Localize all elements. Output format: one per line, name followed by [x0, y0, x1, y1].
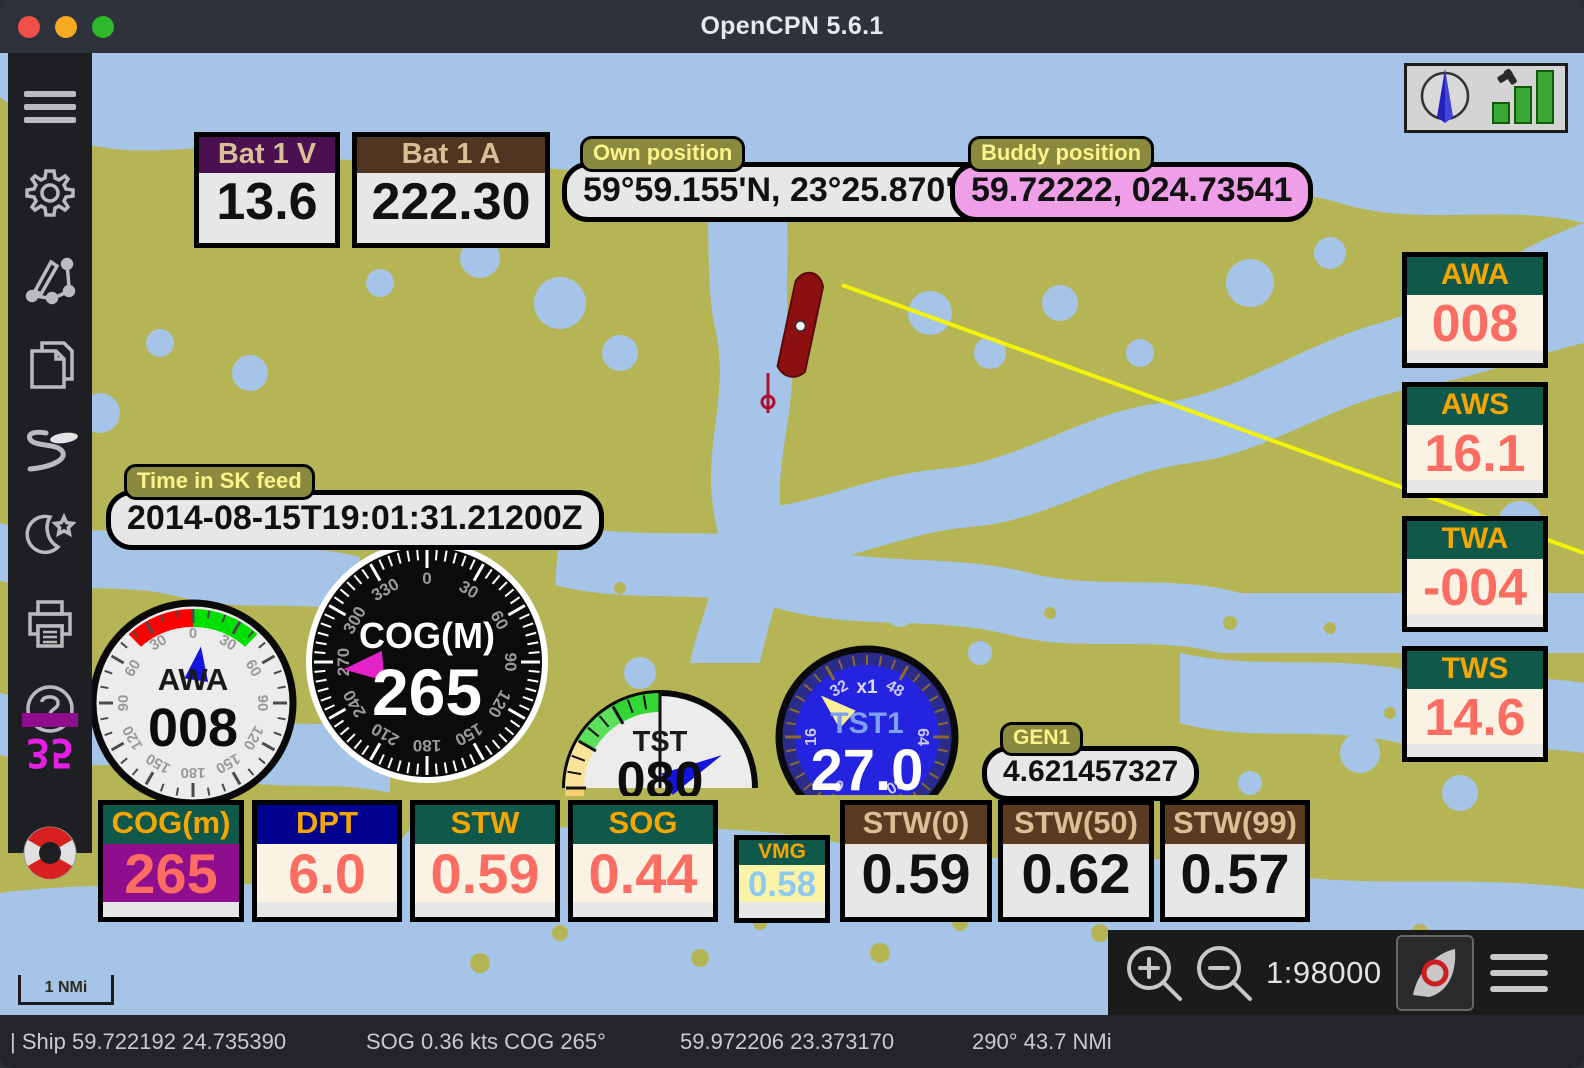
tst1-gauge-title: TST1	[830, 707, 903, 740]
sog-value: 0.44	[573, 843, 713, 902]
tst1-gauge[interactable]: 0 16 32 48 64 80 x1 TST1 27.0	[775, 645, 960, 829]
cogm-value: 265	[103, 843, 239, 902]
stw99-value: 0.57	[1165, 843, 1305, 902]
bat1v-label: Bat 1 V	[199, 137, 335, 174]
awa-value: 008	[1407, 294, 1543, 350]
svg-text:0: 0	[422, 569, 431, 588]
instrument-tws[interactable]: TWS 14.6	[1402, 646, 1548, 762]
tst1-multiplier: x1	[856, 677, 878, 698]
svg-text:180: 180	[413, 736, 441, 755]
tst-gauge-value: 080	[617, 752, 704, 796]
instrument-stw99[interactable]: STW(99) 0.57	[1160, 800, 1310, 922]
instrument-aws[interactable]: AWS 16.1	[1402, 382, 1548, 498]
tws-label: TWS	[1407, 651, 1543, 689]
bat1a-value: 222.30	[371, 173, 531, 232]
window-title: OpenCPN 5.6.1	[700, 12, 884, 40]
status-cursor-position: 59.972206 23.373170	[680, 1029, 895, 1054]
segment-display-bar	[22, 713, 78, 727]
awa-gauge-title: AWA	[158, 662, 229, 697]
status-sog-cog: SOG 0.36 kts COG 265°	[366, 1029, 606, 1054]
own-position-caption: Own position	[580, 136, 746, 172]
segment-display-value: 35	[25, 729, 75, 775]
svg-text:90: 90	[254, 695, 271, 712]
gps-signal-icon	[1485, 67, 1561, 130]
stw50-label: STW(50)	[1003, 805, 1149, 844]
stw-value: 0.59	[415, 843, 555, 902]
stw99-label: STW(99)	[1165, 805, 1305, 844]
awa-gauge-value: 008	[148, 698, 238, 758]
man-overboard-icon[interactable]	[8, 813, 92, 893]
zoom-in-button[interactable]	[1122, 941, 1186, 1005]
svg-text:0: 0	[189, 625, 197, 642]
instrument-sog[interactable]: SOG 0.44	[568, 800, 718, 922]
left-toolbar: 35	[8, 53, 92, 880]
menu-icon[interactable]	[8, 67, 92, 147]
svg-text:270: 270	[334, 648, 353, 676]
title-bar: OpenCPN 5.6.1	[0, 0, 1584, 53]
cogm-label: COG(m)	[103, 805, 239, 844]
instrument-bat1v[interactable]: Bat 1 V 13.6	[194, 132, 340, 248]
chart-toolbar: 1:98000	[1108, 930, 1584, 1015]
gen1-label: GEN1 4.621457327	[982, 722, 1200, 801]
tst1-gauge-value: 27.0	[811, 738, 924, 795]
instrument-dpt[interactable]: DPT 6.0	[252, 800, 402, 922]
awa-dial-gauge[interactable]: 0 30 60 90 120 150 180 150 120 90 60 30 AWA 008	[88, 598, 298, 813]
track-icon[interactable]	[8, 411, 92, 491]
stw-label: STW	[415, 805, 555, 844]
instrument-stw[interactable]: STW 0.59	[410, 800, 560, 922]
twa-value: -004	[1407, 558, 1543, 614]
top-right-instrument-panel[interactable]	[1404, 63, 1568, 133]
buddy-position-caption: Buddy position	[968, 136, 1155, 172]
twa-label: TWA	[1407, 521, 1543, 559]
tst-gauge[interactable]: TST 080	[560, 676, 760, 883]
status-bar: | Ship 59.722192 24.735390 SOG 0.36 kts …	[0, 1015, 1584, 1068]
svg-text:180: 180	[180, 764, 205, 781]
scale-bar: 1 NMi	[18, 975, 114, 1005]
svg-text:90: 90	[115, 695, 132, 712]
status-ship-position: | Ship 59.722192 24.735390	[10, 1029, 287, 1054]
dpt-label: DPT	[257, 805, 397, 844]
follow-ship-button[interactable]	[1395, 934, 1474, 1011]
vmg-label: VMG	[739, 840, 825, 866]
sk-time-caption: Time in SK feed	[124, 464, 315, 500]
svg-text:90: 90	[501, 653, 520, 672]
cog-gauge-value: 265	[372, 655, 482, 729]
instrument-stw50[interactable]: STW(50) 0.62	[998, 800, 1154, 922]
instrument-stw0[interactable]: STW(0) 0.59	[840, 800, 992, 922]
dpt-value: 6.0	[257, 843, 397, 902]
sk-time-label: Time in SK feed 2014-08-15T19:01:31.2120…	[106, 464, 604, 550]
print-icon[interactable]	[8, 583, 92, 663]
chart-scale-value: 1:98000	[1266, 954, 1382, 990]
status-bearing-range: 290° 43.7 NMi	[972, 1029, 1112, 1054]
stw0-value: 0.59	[845, 843, 987, 902]
bat1a-label: Bat 1 A	[357, 137, 545, 174]
awa-label: AWA	[1407, 257, 1543, 295]
tws-value: 14.6	[1407, 688, 1543, 744]
aws-value: 16.1	[1407, 424, 1543, 480]
instrument-twa[interactable]: TWA -004	[1402, 516, 1548, 632]
charts-icon[interactable]	[8, 325, 92, 405]
instrument-awa[interactable]: AWA 008	[1402, 252, 1548, 368]
night-mode-icon[interactable]	[8, 497, 92, 577]
sog-label: SOG	[573, 805, 713, 844]
opencpn-window: OpenCPN 5.6.1 1 NMi 35 Bat 1 V 13.6 Bat …	[0, 0, 1584, 1068]
compass-rose-icon	[1415, 67, 1475, 130]
own-position-label: Own position 59°59.155'N, 23°25.870'E	[562, 136, 998, 222]
zoom-out-button[interactable]	[1192, 941, 1256, 1005]
instrument-vmg[interactable]: VMG 0.58	[734, 835, 830, 923]
bat1v-value: 13.6	[216, 173, 318, 232]
gen1-caption: GEN1	[1000, 722, 1084, 756]
instrument-cogm[interactable]: COG(m) 265	[98, 800, 244, 922]
settings-icon[interactable]	[8, 153, 92, 233]
cog-dial-gauge[interactable]: 0 30 60 90 120 150 180 210 240 270 300 330 COG(M) 2…	[305, 540, 549, 789]
stw0-label: STW(0)	[845, 805, 987, 844]
route-icon[interactable]	[8, 239, 92, 319]
vmg-value: 0.58	[739, 865, 825, 903]
stw50-value: 0.62	[1003, 843, 1149, 902]
buddy-position-label: Buddy position 59.72222, 024.73541	[950, 136, 1314, 222]
instrument-bat1a[interactable]: Bat 1 A 222.30	[352, 132, 550, 248]
cog-gauge-title: COG(M)	[359, 615, 495, 656]
chart-menu-button[interactable]	[1489, 950, 1548, 996]
aws-label: AWS	[1407, 387, 1543, 425]
